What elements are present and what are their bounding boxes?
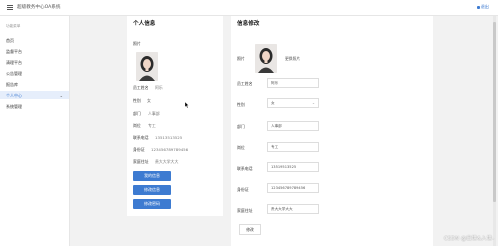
sidebar-item-reports[interactable]: 报告库 xyxy=(0,80,69,88)
avatar-image xyxy=(136,52,158,81)
profile-field-label: 部门 xyxy=(133,111,141,116)
department-input[interactable]: 人事部 xyxy=(267,121,319,131)
sidebar-item-label: 清理平台 xyxy=(6,60,22,65)
sidebar-item-label: 个人中心 xyxy=(6,93,22,98)
profile-field-label: 性别 xyxy=(133,98,141,103)
page-scrollbar[interactable] xyxy=(493,16,496,246)
edit-field-label: 员工姓名 xyxy=(237,81,253,86)
profile-field-value: 女 xyxy=(147,98,151,103)
logout-label: 退出 xyxy=(480,4,489,9)
sidebar-item-cleanup[interactable]: 清理平台 xyxy=(0,58,69,66)
name-input[interactable]: 阿乐 xyxy=(267,78,319,88)
sidebar: 功能菜单 首页 监督平台 清理平台 公告管理 报告库 个人中心 ⌄ 系统管理 xyxy=(0,16,70,246)
logout-button[interactable]: 退出 xyxy=(476,4,489,10)
edit-avatar xyxy=(255,44,277,73)
change-photo-button[interactable]: 更换照片 xyxy=(285,56,300,62)
profile-title: 个人信息 xyxy=(133,21,156,27)
sidebar-item-notices[interactable]: 公告管理 xyxy=(0,69,69,77)
sidebar-item-personal-center[interactable]: 个人中心 ⌄ xyxy=(0,91,69,99)
sidebar-item-label: 首页 xyxy=(6,38,14,43)
position-input[interactable]: 专工 xyxy=(267,142,319,152)
gender-select-value: 女 xyxy=(271,101,275,105)
change-password-button[interactable]: 修改密码 xyxy=(133,199,171,209)
edit-title: 信息修改 xyxy=(237,21,260,27)
edit-info-button[interactable]: 修改信息 xyxy=(133,185,171,195)
hamburger-menu-icon[interactable] xyxy=(7,5,13,10)
sidebar-item-label: 监督平台 xyxy=(6,49,22,54)
sidebar-header: 功能菜单 xyxy=(6,24,21,28)
edit-field-label: 身份证 xyxy=(237,187,249,192)
profile-field-label: 联系电话 xyxy=(133,135,149,140)
sidebar-item-label: 报告库 xyxy=(6,82,18,87)
profile-field-label: 身份证 xyxy=(133,147,145,152)
profile-field-label: 员工姓名 xyxy=(133,85,149,90)
chevron-down-icon: ⌄ xyxy=(311,101,315,105)
edit-field-label: 联系电话 xyxy=(237,166,253,171)
logout-icon xyxy=(476,5,480,9)
sidebar-item-system[interactable]: 系统管理 xyxy=(0,102,69,110)
phone-input[interactable]: 13519513525 xyxy=(267,162,319,172)
scrollbar-thumb[interactable] xyxy=(493,22,496,202)
edit-field-label: 家庭住址 xyxy=(237,208,253,213)
gender-select[interactable]: 女 ⌄ xyxy=(267,98,319,108)
address-input[interactable]: 贵大大学大大 xyxy=(267,204,319,214)
profile-field-label: 岗位 xyxy=(133,123,141,128)
sidebar-item-supervision[interactable]: 监督平台 xyxy=(0,47,69,55)
app-title: 超级教务中心OA系统 xyxy=(17,5,61,10)
sidebar-item-label: 公告管理 xyxy=(6,71,22,76)
watermark: CSDN @出世&入世- xyxy=(443,236,494,242)
profile-field-label: 家庭住址 xyxy=(133,159,149,164)
sidebar-item-home[interactable]: 首页 xyxy=(0,36,69,44)
profile-field-value: 贵大大学大大 xyxy=(155,159,179,164)
chevron-down-icon: ⌄ xyxy=(59,93,63,98)
profile-field-value: 专工 xyxy=(148,123,156,128)
edit-field-label: 部门 xyxy=(237,124,245,129)
sidebar-item-label: 系统管理 xyxy=(6,104,22,109)
my-info-button[interactable]: 我的信息 xyxy=(133,171,171,181)
profile-field-value: 123456789789456 xyxy=(151,147,189,152)
edit-field-label: 性别 xyxy=(237,102,245,107)
id-card-input[interactable]: 123456789789456 xyxy=(267,183,319,193)
edit-photo-label: 照片 xyxy=(237,56,245,61)
profile-avatar xyxy=(136,52,158,81)
profile-photo-label: 照片 xyxy=(133,41,141,46)
profile-field-value: 人事部 xyxy=(148,111,160,116)
avatar-image xyxy=(255,44,277,73)
top-bar: 超级教务中心OA系统 退出 xyxy=(0,0,498,16)
profile-field-value: 13513513525 xyxy=(155,135,183,140)
mouse-cursor-icon xyxy=(185,102,189,108)
profile-field-value: 阿乐 xyxy=(155,85,163,90)
save-button[interactable]: 修改 xyxy=(239,224,261,235)
edit-field-label: 岗位 xyxy=(237,145,245,150)
